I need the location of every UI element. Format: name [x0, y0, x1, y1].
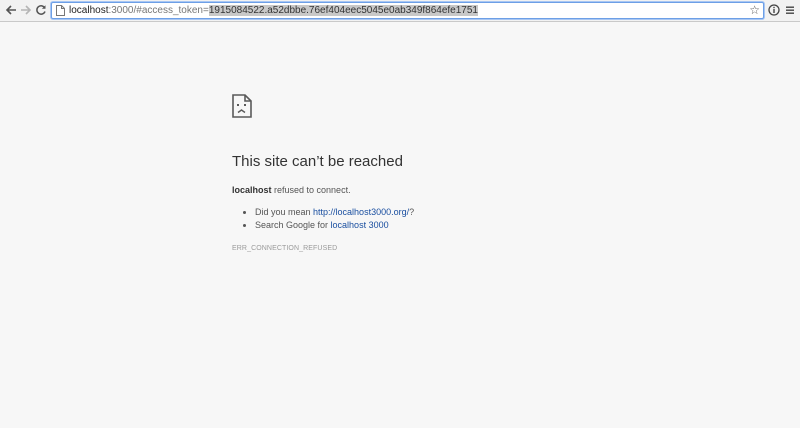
address-bar[interactable]: localhost:3000/#access_token=1915084522.…	[51, 2, 764, 19]
menu-icon[interactable]	[782, 2, 798, 18]
url-path: :3000/#access_token=	[108, 5, 209, 16]
error-title: This site can’t be reached	[232, 153, 403, 170]
suggestion-suffix: ?	[409, 207, 415, 217]
search-google-link[interactable]: localhost 3000	[331, 220, 389, 230]
suggestion-prefix: Did you mean	[255, 207, 314, 217]
page-icon	[56, 5, 65, 16]
url-text[interactable]: localhost:3000/#access_token=1915084522.…	[69, 4, 478, 17]
reload-icon[interactable]	[33, 2, 49, 18]
forward-arrow-icon[interactable]	[18, 2, 34, 18]
error-message: refused to connect.	[271, 185, 351, 195]
sad-page-icon	[232, 94, 252, 118]
suggestion-item: Search Google for localhost 3000	[255, 219, 632, 232]
star-icon[interactable]: ☆	[749, 3, 760, 18]
url-host: localhost	[69, 5, 109, 16]
back-arrow-icon[interactable]	[3, 2, 19, 18]
browser-toolbar: localhost:3000/#access_token=1915084522.…	[0, 0, 800, 22]
suggestion-item: Did you mean http://localhost3000.org/?	[255, 206, 632, 219]
error-code: ERR_CONNECTION_REFUSED	[232, 245, 338, 252]
error-page: This site can’t be reached localhost ref…	[232, 94, 632, 252]
suggestions-list: Did you mean http://localhost3000.org/? …	[232, 206, 632, 232]
info-icon[interactable]	[766, 2, 782, 18]
url-selected-token: 1915084522.a52dbbe.76ef404eec5045e0ab349…	[208, 5, 478, 16]
error-host: localhost	[232, 185, 272, 195]
suggestion-link[interactable]: http://localhost3000.org/	[313, 207, 409, 217]
suggestion-prefix: Search Google for	[255, 220, 331, 230]
error-summary: localhost refused to connect.	[232, 184, 632, 196]
